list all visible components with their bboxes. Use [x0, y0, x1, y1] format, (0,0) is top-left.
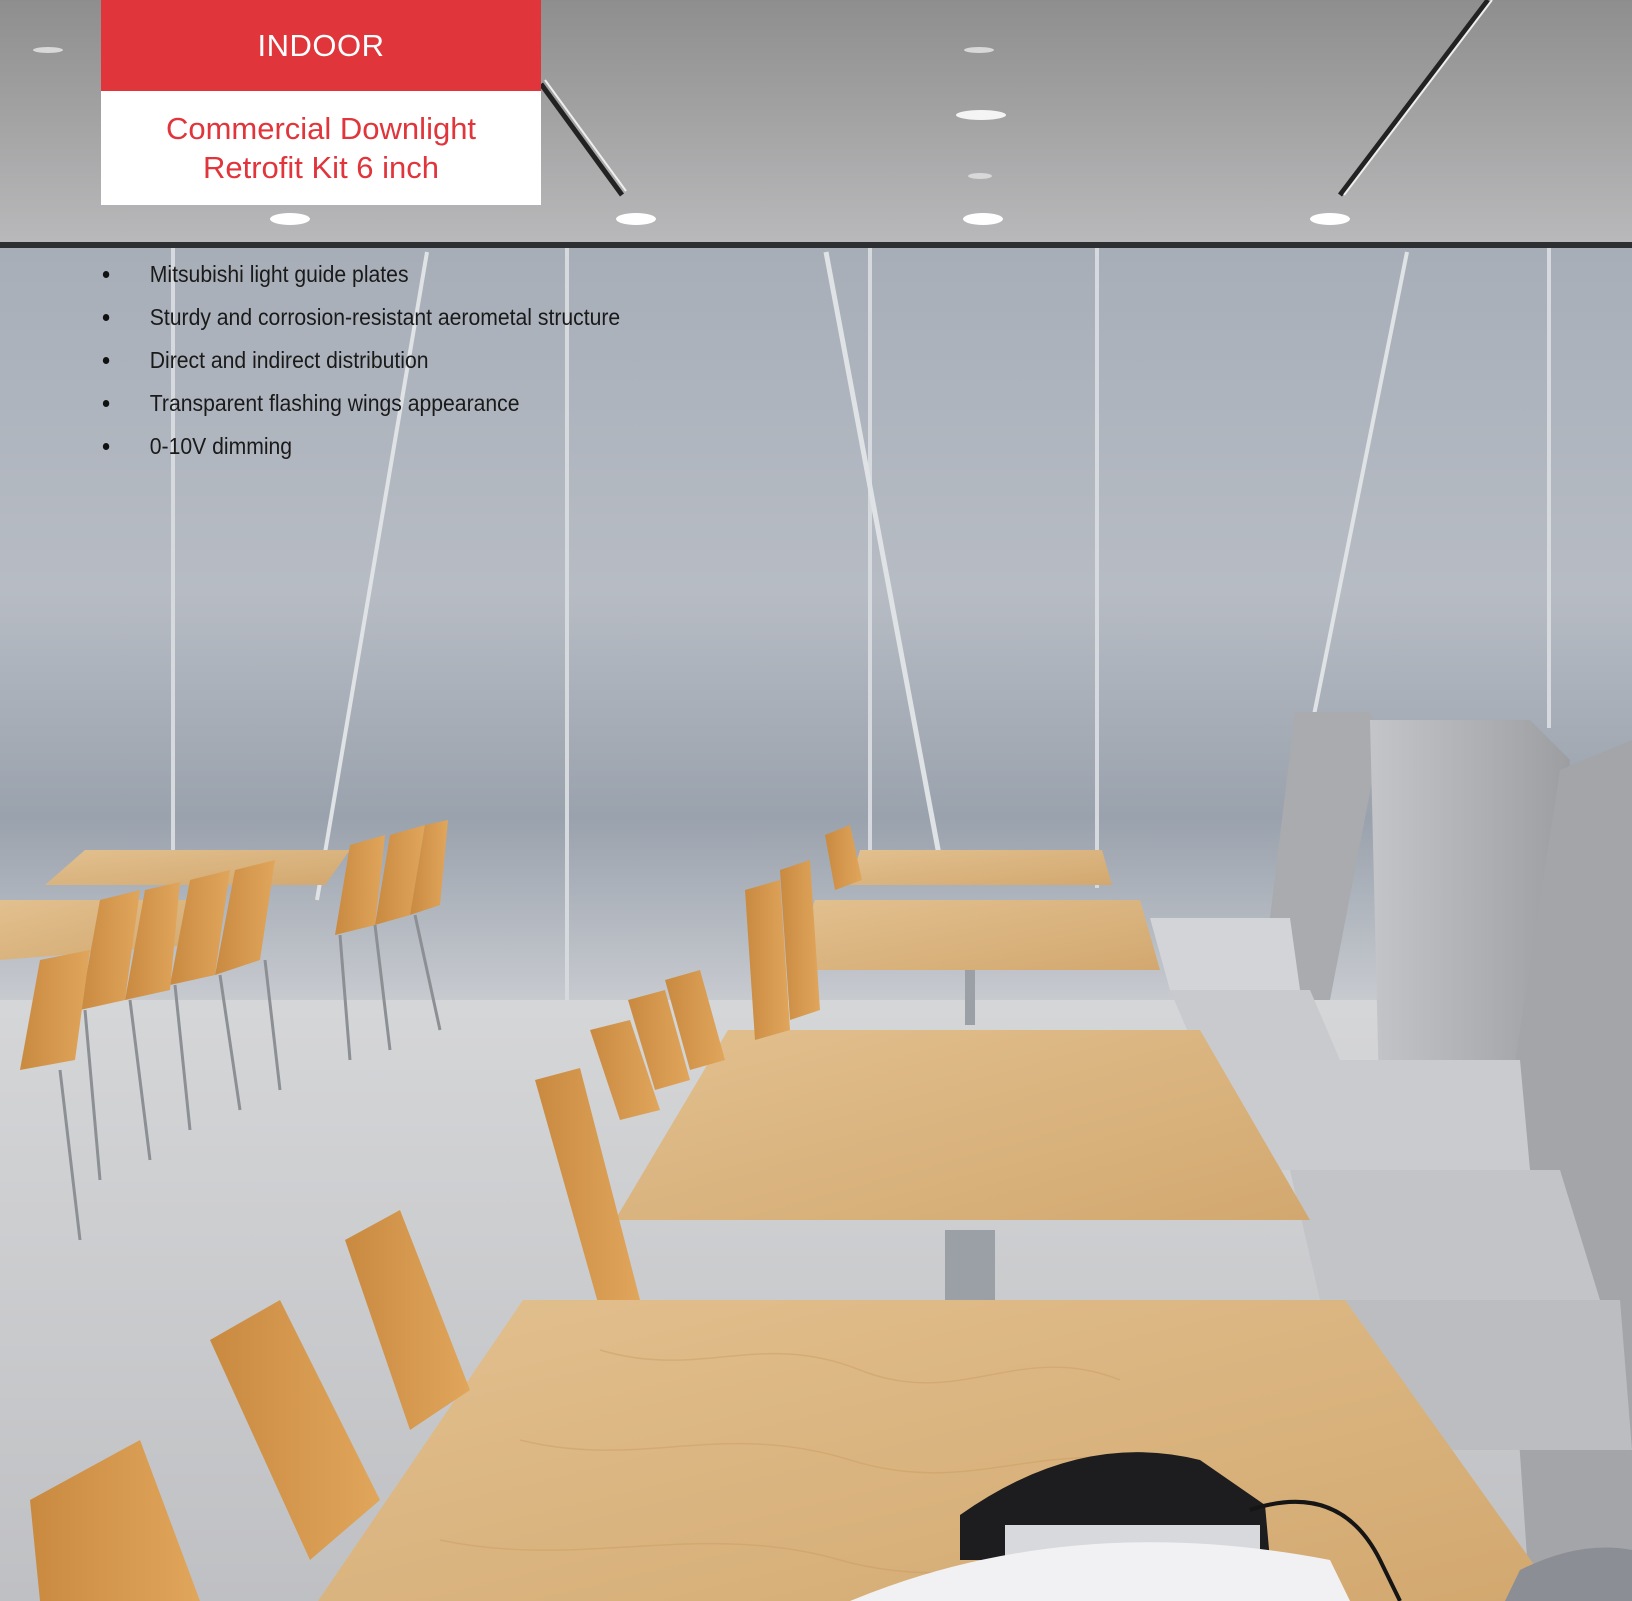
bullet-icon — [102, 443, 110, 450]
product-title-line-2: Retrofit Kit 6 inch — [202, 150, 440, 185]
product-title: Commercial Downlight Retrofit Kit 6 inch — [101, 91, 541, 205]
feature-text: Direct and indirect distribution — [149, 347, 429, 373]
feature-text: Mitsubishi light guide plates — [149, 261, 409, 287]
product-label-card: INDOOR Commercial Downlight Retrofit Kit… — [101, 0, 541, 205]
bullet-icon — [102, 271, 110, 278]
feature-item: 0-10V dimming — [101, 428, 620, 471]
feature-item: Mitsubishi light guide plates — [101, 256, 620, 299]
feature-list: Mitsubishi light guide plates Sturdy and… — [101, 256, 620, 471]
feature-item: Transparent flashing wings appearance — [101, 385, 620, 428]
bullet-icon — [102, 400, 110, 407]
bullet-icon — [102, 314, 110, 321]
feature-text: Sturdy and corrosion-resistant aerometal… — [149, 304, 621, 330]
product-title-line-1: Commercial Downlight — [165, 111, 477, 146]
bullet-icon — [102, 357, 110, 364]
feature-item: Sturdy and corrosion-resistant aerometal… — [101, 299, 620, 342]
feature-item: Direct and indirect distribution — [101, 342, 620, 385]
feature-text: 0-10V dimming — [149, 433, 293, 459]
cafeteria-background-photo — [0, 0, 1632, 1601]
feature-text: Transparent flashing wings appearance — [149, 390, 520, 416]
category-label: INDOOR — [101, 0, 541, 91]
